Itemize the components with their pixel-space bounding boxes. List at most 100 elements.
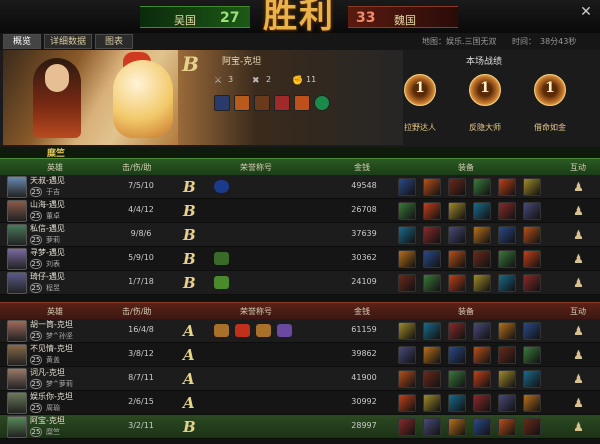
player-name: 私信-遇见 [30, 224, 65, 233]
gold-value: 41900 [351, 373, 377, 382]
player-avatar[interactable] [7, 176, 27, 198]
grade-value: B [183, 250, 196, 268]
grade-value: B [183, 202, 196, 220]
hero-name: 于吉 [46, 188, 60, 196]
deaths-stat: ✖ 2 [252, 75, 272, 86]
gold-value: 49548 [351, 181, 377, 190]
item-icon [214, 95, 230, 111]
like-icon[interactable]: ♟ [572, 348, 585, 362]
table-row: 阿宝-克坦 25 糜竺 3/2/11 B 28997 ♟ [0, 415, 600, 439]
equipment-icon [523, 250, 541, 268]
equipment-icon [448, 322, 466, 340]
player-avatar[interactable] [7, 416, 27, 438]
equipment-icon [423, 274, 441, 292]
grade-value: B [183, 226, 196, 244]
like-icon[interactable]: ♟ [572, 396, 585, 410]
sword-icon: ⚔ [214, 76, 223, 86]
player-name: 寻梦-遇见 [30, 248, 65, 257]
close-icon[interactable]: ✕ [578, 4, 594, 20]
player-avatar[interactable] [7, 200, 27, 222]
grade-value: B [183, 274, 196, 292]
like-icon[interactable]: ♟ [572, 276, 585, 290]
hero-name: 黄盖 [46, 356, 60, 364]
grade-value: A [183, 346, 195, 364]
gold-value: 30362 [351, 253, 377, 262]
gold-value: 37639 [351, 229, 377, 238]
gold-value: 28997 [351, 421, 377, 430]
equipment-icon [473, 370, 491, 388]
like-icon[interactable]: ♟ [572, 372, 585, 386]
item-icon [234, 95, 250, 111]
level-badge: 25 [30, 235, 42, 245]
equipment-icon [448, 226, 466, 244]
gold-value: 26708 [351, 205, 377, 214]
hero-art-image [3, 50, 178, 145]
victory-logo: 胜利 [263, 0, 335, 36]
equipment-icon [448, 274, 466, 292]
equipment-icon [423, 370, 441, 388]
col-equip: 装备 [458, 163, 474, 172]
equipment-icon [423, 178, 441, 196]
equipment-icon [523, 322, 541, 340]
equipment-icon [398, 226, 416, 244]
player-avatar[interactable] [7, 272, 27, 294]
team-header: 糜竺 [0, 147, 600, 159]
level-badge: 25 [30, 355, 42, 365]
map-info: 地图：娱乐.三国无双 [422, 37, 497, 46]
tab-details[interactable]: 详细数据 [44, 34, 92, 49]
player-name: 山海-遇见 [30, 200, 65, 209]
item-icon [314, 95, 330, 111]
level-badge: 25 [30, 187, 42, 197]
like-icon[interactable]: ♟ [572, 252, 585, 266]
hero-name: 刘表 [46, 260, 60, 268]
hero-grade: B [182, 52, 199, 76]
player-name: 不见情-克坦 [30, 344, 73, 353]
item-icon [294, 95, 310, 111]
equipment-icon [448, 394, 466, 412]
hero-title: 阿宝-克坦 [222, 57, 262, 67]
player-avatar[interactable] [7, 368, 27, 390]
equipment-icon [473, 394, 491, 412]
level-badge: 25 [30, 211, 42, 221]
left-team-panel: 吴国 27 [140, 6, 250, 28]
hero-name: 董卓 [46, 212, 60, 220]
player-avatar[interactable] [7, 344, 27, 366]
player-name: 胡一筒-克坦 [30, 320, 73, 329]
level-badge: 25 [30, 427, 42, 437]
like-icon[interactable]: ♟ [572, 204, 585, 218]
honor-title-icon [214, 252, 229, 265]
equipment-icon [423, 418, 441, 436]
player-avatar[interactable] [7, 224, 27, 246]
equipment-icon [398, 202, 416, 220]
table-row: 词凡-克坦 25 梦^萝莉 8/7/11 A 41900 ♟ [0, 367, 600, 391]
equipment-icon [473, 346, 491, 364]
gold-value: 24109 [351, 277, 377, 286]
player-avatar[interactable] [7, 320, 27, 342]
player-avatar[interactable] [7, 248, 27, 270]
player-name: 词凡-克坦 [30, 368, 65, 377]
equipment-icon [398, 370, 416, 388]
like-icon[interactable]: ♟ [572, 228, 585, 242]
like-icon[interactable]: ♟ [572, 420, 585, 434]
equipment-icon [473, 202, 491, 220]
col-equip: 装备 [458, 307, 474, 316]
tab-charts[interactable]: 图表 [95, 34, 133, 49]
like-icon[interactable]: ♟ [572, 180, 585, 194]
col-kda: 击/伤/助 [122, 307, 152, 316]
col-honor: 荣誉称号 [240, 307, 272, 316]
hero-name: 梦^孙坚 [46, 332, 73, 340]
equipment-icon [448, 178, 466, 196]
equipment-icon [448, 418, 466, 436]
like-icon[interactable]: ♟ [572, 324, 585, 338]
tab-overview[interactable]: 概览 [3, 34, 41, 49]
honor-title-icon [214, 180, 229, 193]
equipment-icon [498, 250, 516, 268]
kda-value: 5/9/10 [128, 253, 154, 262]
player-name: 天叔-遇见 [30, 176, 65, 185]
gold-value: 39862 [351, 349, 377, 358]
equipment-icon [498, 346, 516, 364]
player-avatar[interactable] [7, 392, 27, 414]
col-honor: 荣誉称号 [240, 163, 272, 172]
player-name: 娱乐你-克坦 [30, 392, 73, 401]
equipment-icon [398, 322, 416, 340]
